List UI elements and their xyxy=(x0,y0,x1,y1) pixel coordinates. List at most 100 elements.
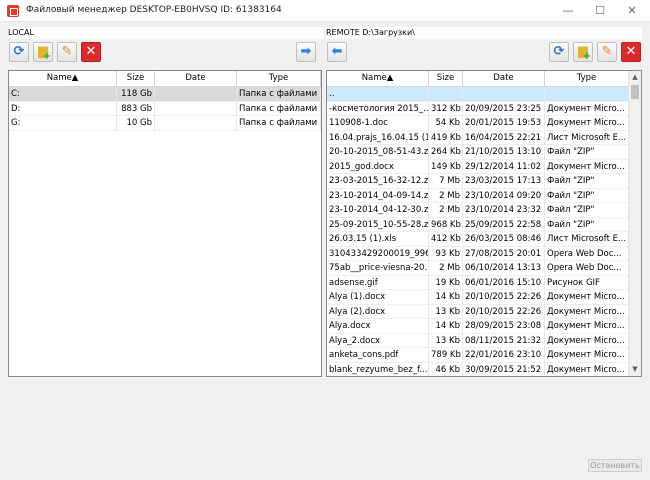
file-date: 23/10/2014 23:32 xyxy=(463,203,545,218)
file-name: -косметология 2015_... xyxy=(327,101,429,116)
table-row[interactable]: D: 883 Gb Папка с файлами xyxy=(9,101,321,116)
file-name: Alya.docx xyxy=(327,319,429,334)
file-type: Лист Microsoft E... xyxy=(545,130,629,145)
file-type xyxy=(545,87,629,102)
table-row[interactable]: C: 118 Gb Папка с файлами xyxy=(9,87,321,102)
table-row[interactable]: 23-03-2015_16-32-12.zip 7 Mb 23/03/2015 17… xyxy=(327,174,629,189)
file-size: 789 Kb xyxy=(429,348,463,363)
file-name: 23-03-2015_16-32-12.zip xyxy=(327,174,429,189)
local-refresh-button[interactable]: ⟳ xyxy=(9,42,29,62)
table-row[interactable]: anketa_cons.pdf 789 Kb 22/01/2016 23:10 Док… xyxy=(327,348,629,363)
table-row[interactable]: blank_rezyume_bez_f... 46 Kb 30/09/2015 21… xyxy=(327,362,629,376)
column-header-type[interactable]: Type xyxy=(545,71,629,87)
file-size: 968 Kb xyxy=(429,217,463,232)
scroll-up-icon[interactable]: ▲ xyxy=(629,71,641,84)
file-date xyxy=(155,87,237,102)
local-new-folder-button[interactable]: ▆ + xyxy=(33,42,53,62)
table-row[interactable]: G: 10 Gb Папка с файлами xyxy=(9,116,321,131)
column-header-name[interactable]: Name▲ xyxy=(327,71,429,87)
file-name: C: xyxy=(9,87,117,102)
column-header-size[interactable]: Size xyxy=(429,71,463,87)
table-row[interactable]: Alya.docx 14 Kb 28/09/2015 23:08 Документ M… xyxy=(327,319,629,334)
table-row[interactable]: 310433429200019_996... 93 Kb 27/08/2015 20… xyxy=(327,246,629,261)
file-name: 23-10-2014_04-12-30.zip xyxy=(327,203,429,218)
local-file-list[interactable]: Name▲ Size Date Type C: 118 Gb Папка с ф… xyxy=(8,70,322,377)
table-row[interactable]: Alya_2.docx 13 Kb 08/11/2015 21:32 Документ… xyxy=(327,333,629,348)
remote-scrollbar[interactable]: ▲ ▼ xyxy=(628,71,641,376)
file-size: 46 Kb xyxy=(429,362,463,376)
column-header-date[interactable]: Date xyxy=(155,71,237,87)
file-name: D: xyxy=(9,101,117,116)
file-date xyxy=(463,87,545,102)
file-size: 13 Kb xyxy=(429,304,463,319)
stop-button[interactable]: Остановить xyxy=(588,459,642,472)
remote-delete-button[interactable]: ✕ xyxy=(621,42,641,62)
file-date: 29/12/2014 11:02 xyxy=(463,159,545,174)
table-row[interactable]: 23-10-2014_04-09-14.zip 2 Mb 23/10/2014 09… xyxy=(327,188,629,203)
table-row[interactable]: 25-09-2015_10-55-28.zip 968 Kb 25/09/2015 … xyxy=(327,217,629,232)
file-size: 14 Kb xyxy=(429,290,463,305)
table-row[interactable]: 110908-1.doc 54 Kb 20/01/2015 19:53 Докумен… xyxy=(327,116,629,131)
file-date: 30/09/2015 21:52 xyxy=(463,362,545,376)
file-date: 20/09/2015 23:25 xyxy=(463,101,545,116)
scroll-thumb[interactable] xyxy=(631,85,639,99)
table-row[interactable]: Alya (2).docx 13 Kb 20/10/2015 22:26 Докуме… xyxy=(327,304,629,319)
table-row[interactable]: 75ab__price-viesna-20... 2 Mb 06/10/2014 1… xyxy=(327,261,629,276)
local-delete-button[interactable]: ✕ xyxy=(81,42,101,62)
file-name: anketa_cons.pdf xyxy=(327,348,429,363)
file-name: 110908-1.doc xyxy=(327,116,429,131)
file-size: 10 Gb xyxy=(117,116,155,131)
parent-dir-row[interactable]: .. xyxy=(327,87,629,102)
file-date: 20/10/2015 22:26 xyxy=(463,290,545,305)
close-button[interactable]: ✕ xyxy=(616,0,648,22)
maximize-button[interactable]: ☐ xyxy=(584,0,616,22)
table-row[interactable]: 2015_god.docx 149 Kb 29/12/2014 11:02 Докум… xyxy=(327,159,629,174)
plus-icon: + xyxy=(582,51,591,62)
file-type: Документ Micro... xyxy=(545,101,629,116)
file-type: Папка с файлами xyxy=(237,87,321,102)
file-type: Документ Micro... xyxy=(545,362,629,376)
file-name: G: xyxy=(9,116,117,131)
file-name: Alya (1).docx xyxy=(327,290,429,305)
file-date: 23/03/2015 17:13 xyxy=(463,174,545,189)
table-row[interactable]: 26.03.15 (1).xls 412 Kb 26/03/2015 08:46 Ли… xyxy=(327,232,629,247)
column-header-size[interactable]: Size xyxy=(117,71,155,87)
file-date: 22/01/2016 23:10 xyxy=(463,348,545,363)
file-size: 312 Kb xyxy=(429,101,463,116)
file-date: 28/09/2015 23:08 xyxy=(463,319,545,334)
file-size: 93 Kb xyxy=(429,246,463,261)
table-row[interactable]: -косметология 2015_... 312 Kb 20/09/2015 2… xyxy=(327,101,629,116)
remote-rename-button[interactable]: ✎ xyxy=(597,42,617,62)
arrow-right-icon: ➡ xyxy=(300,44,312,59)
file-type: Папка с файлами xyxy=(237,101,321,116)
remote-refresh-button[interactable]: ⟳ xyxy=(549,42,569,62)
file-size: 419 Kb xyxy=(429,130,463,145)
scroll-down-icon[interactable]: ▼ xyxy=(629,363,641,376)
file-date: 27/08/2015 20:01 xyxy=(463,246,545,261)
file-type: Файл "ZIP" xyxy=(545,203,629,218)
remote-new-folder-button[interactable]: ▆ + xyxy=(573,42,593,62)
column-header-date[interactable]: Date xyxy=(463,71,545,87)
copy-to-local-button[interactable]: ⬅ xyxy=(327,42,347,62)
copy-to-remote-button[interactable]: ➡ xyxy=(296,42,316,62)
table-row[interactable]: 23-10-2014_04-12-30.zip 2 Mb 23/10/2014 23… xyxy=(327,203,629,218)
title-bar: Файловый менеджер DESKTOP-EB0HVSQ ID: 61… xyxy=(0,0,650,22)
table-row[interactable]: adsense.gif 19 Kb 06/01/2016 15:10 Рисунок … xyxy=(327,275,629,290)
file-type: Папка с файлами xyxy=(237,116,321,131)
minimize-button[interactable]: — xyxy=(552,0,584,22)
file-type: Файл "ZIP" xyxy=(545,188,629,203)
file-name: .. xyxy=(327,87,429,102)
table-row[interactable]: Alya (1).docx 14 Kb 20/10/2015 22:26 Докуме… xyxy=(327,290,629,305)
remote-file-list[interactable]: Name▲ Size Date Type .. -косметология 201… xyxy=(326,70,642,377)
table-row[interactable]: 20-10-2015_08-51-43.zip 264 Kb 21/10/2015 … xyxy=(327,145,629,160)
file-name: 20-10-2015_08-51-43.zip xyxy=(327,145,429,160)
file-date: 25/09/2015 22:58 xyxy=(463,217,545,232)
file-type: Документ Micro... xyxy=(545,319,629,334)
file-size: 14 Kb xyxy=(429,319,463,334)
file-date: 16/04/2015 22:21 xyxy=(463,130,545,145)
delete-icon: ✕ xyxy=(625,44,637,59)
column-header-type[interactable]: Type xyxy=(237,71,321,87)
local-rename-button[interactable]: ✎ xyxy=(57,42,77,62)
column-header-name[interactable]: Name▲ xyxy=(9,71,117,87)
table-row[interactable]: 16.04.prajs_16.04.15 (1)...419 Kb16/04/2… xyxy=(327,130,629,145)
